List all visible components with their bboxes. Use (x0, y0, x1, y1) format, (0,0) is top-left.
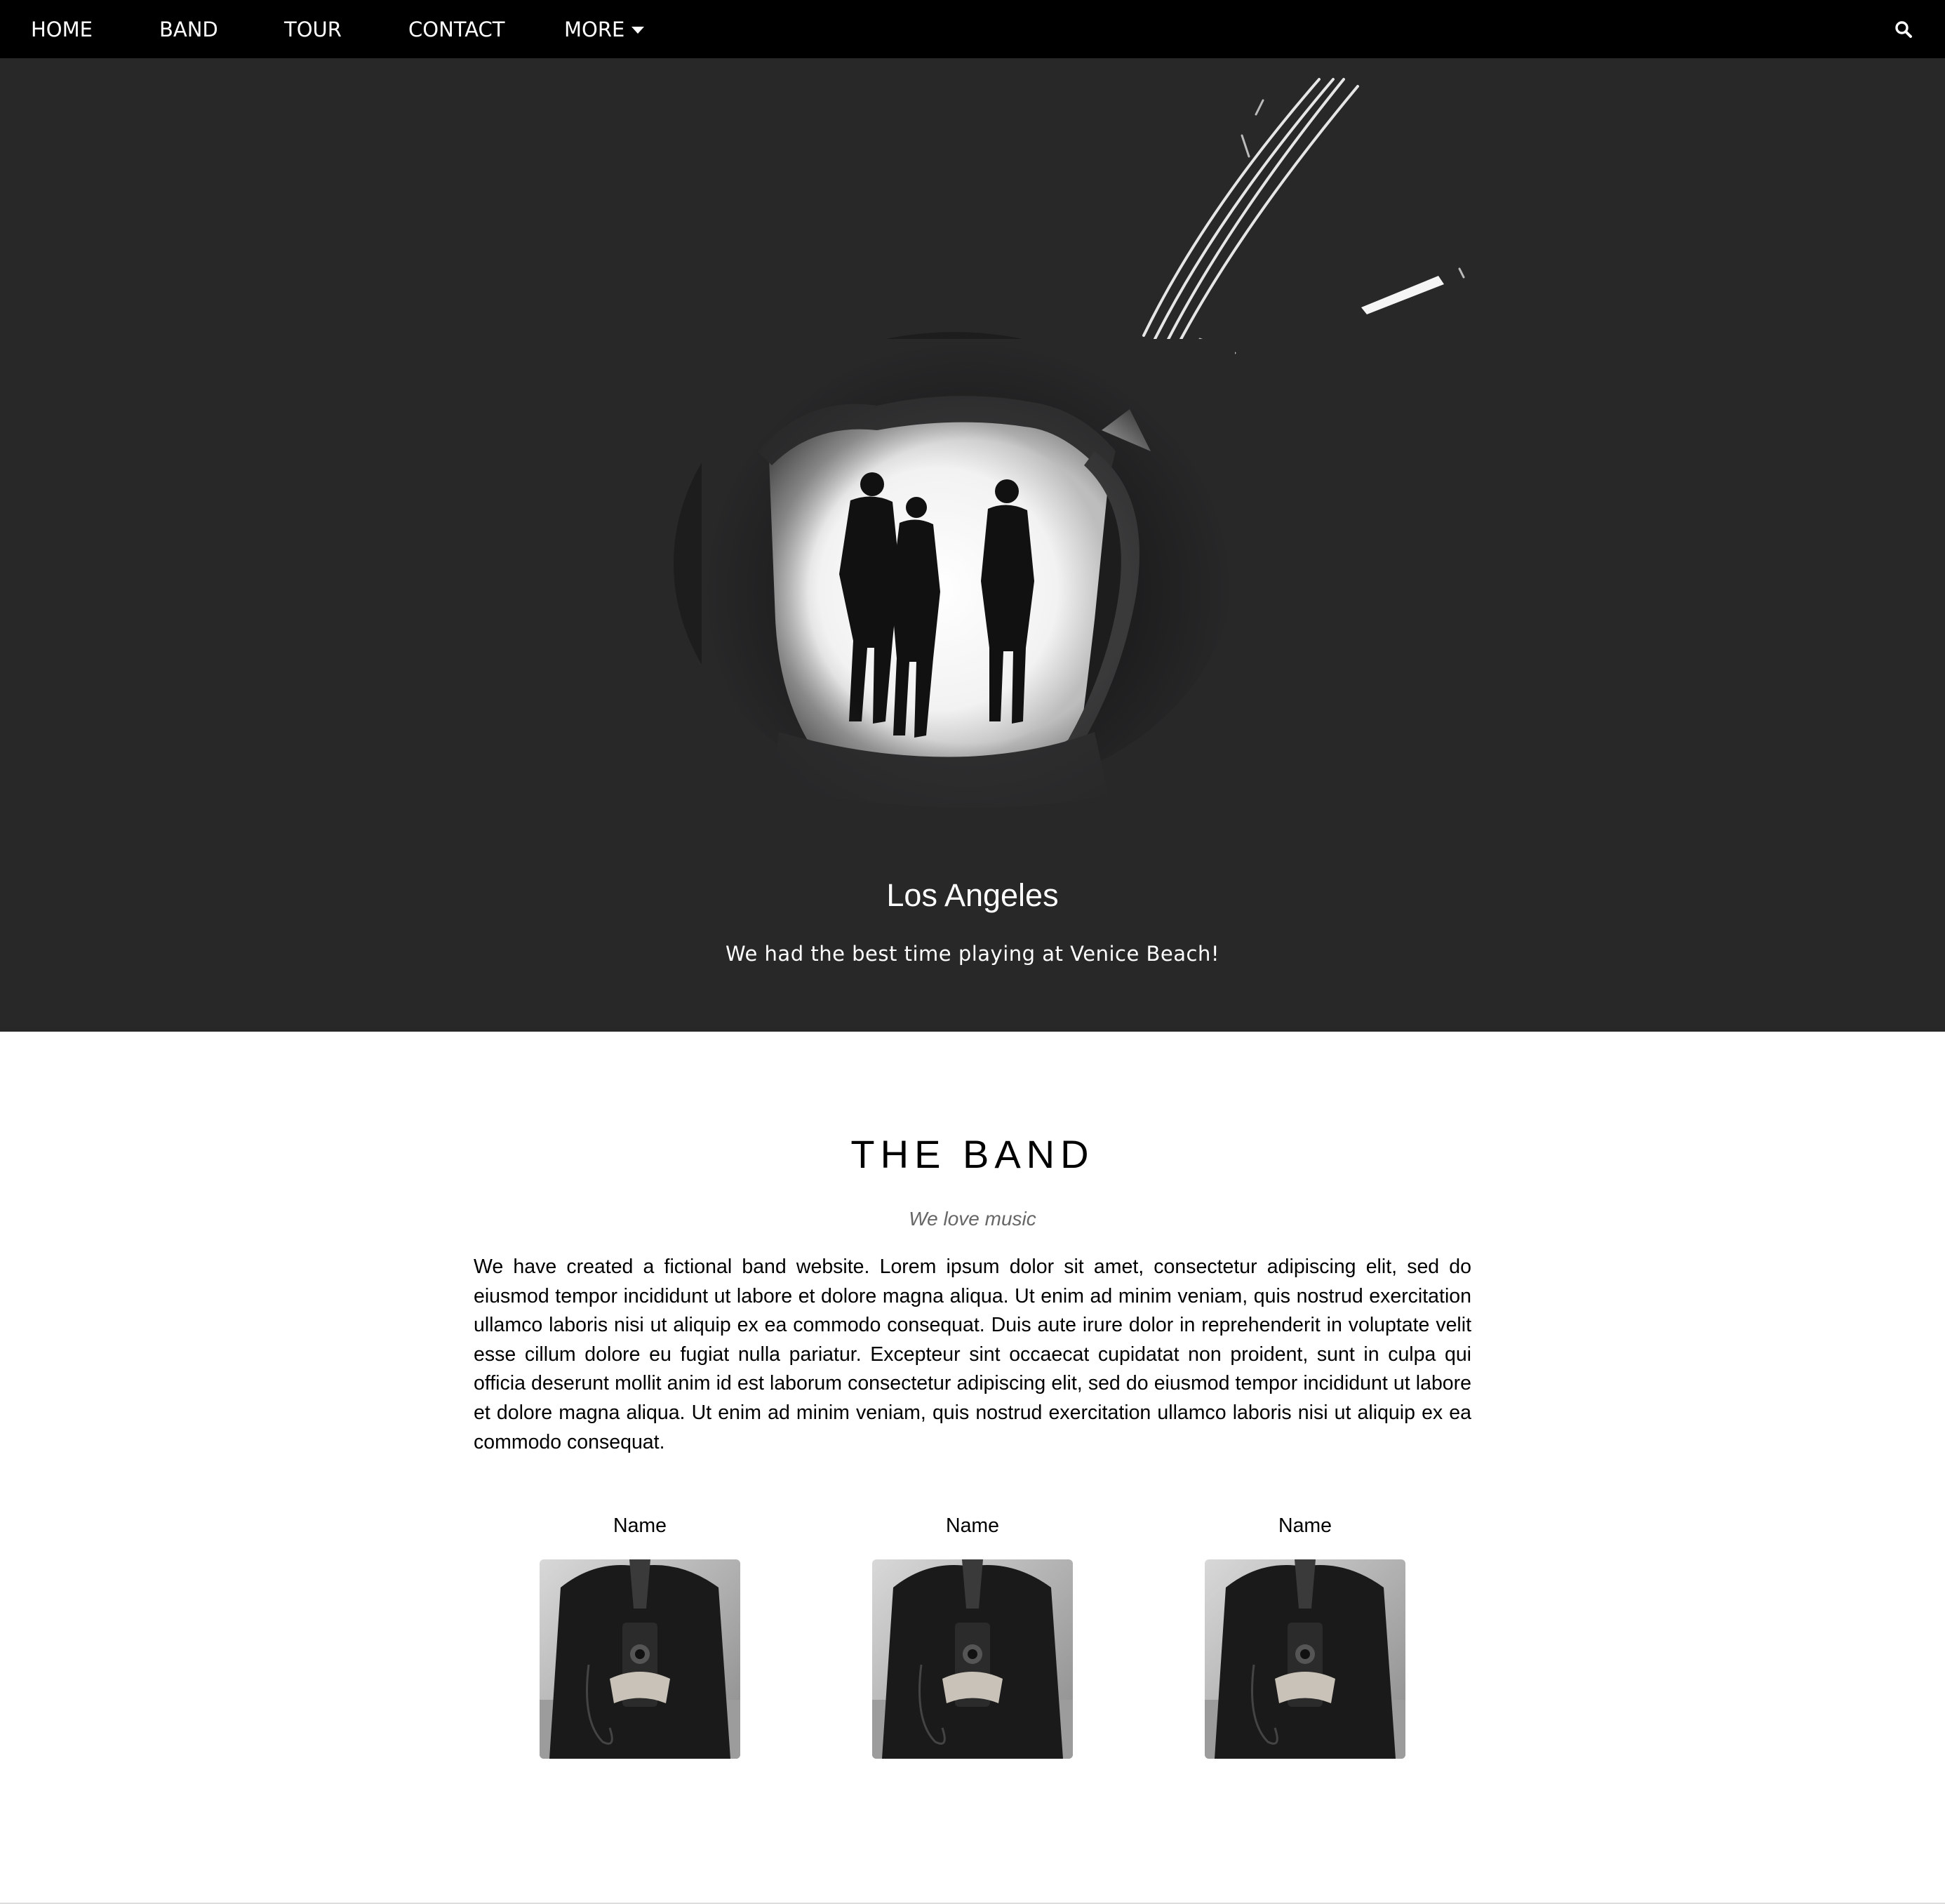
nav-home-link[interactable]: HOME (31, 0, 93, 58)
nav-tour-link[interactable]: TOUR (284, 0, 342, 58)
hero-slide: Los Angeles We had the best time playing… (0, 58, 1945, 1032)
member-name: Name (1278, 1514, 1332, 1537)
member-photo[interactable] (540, 1559, 740, 1759)
band-section-title: THE BAND (850, 1132, 1095, 1176)
member-name: Name (945, 1514, 1000, 1537)
member-name: Name (613, 1514, 667, 1537)
top-navbar: HOME BAND TOUR CONTACT MORE (0, 0, 1945, 58)
member-photo[interactable] (872, 1559, 1073, 1759)
band-member-card: Name (540, 1509, 740, 1759)
member-photo[interactable] (1205, 1559, 1405, 1759)
hero-title: Los Angeles (886, 877, 1059, 913)
search-button[interactable] (1879, 0, 1928, 58)
hero-caption: We had the best time playing at Venice B… (726, 942, 1219, 966)
band-description: We have created a fictional band website… (474, 1256, 1471, 1453)
caret-down-icon (631, 26, 645, 34)
band-member-card: Name (872, 1509, 1073, 1759)
nav-more-dropdown[interactable]: MORE (564, 0, 645, 58)
band-member-card: Name (1205, 1509, 1405, 1759)
search-icon (1895, 20, 1912, 38)
band-section-subtitle: We love music (909, 1208, 1036, 1230)
nav-band-link[interactable]: BAND (159, 0, 218, 58)
nav-more-label: MORE (564, 17, 625, 41)
nav-contact-link[interactable]: CONTACT (408, 0, 505, 58)
